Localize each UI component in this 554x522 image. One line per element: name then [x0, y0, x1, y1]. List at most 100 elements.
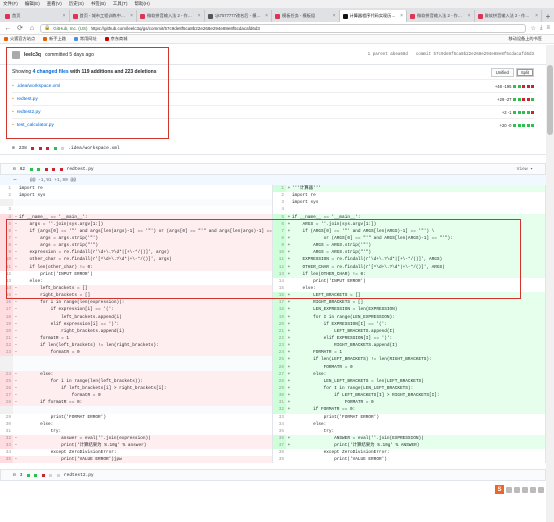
line-number[interactable]: 3	[273, 199, 286, 207]
browser-tab[interactable]: 微软拼音输入法 2 - 作业 - 讨 ×	[475, 10, 542, 22]
line-number[interactable]: 36	[273, 434, 286, 443]
browser-tab[interactable]: 微软拼音输入法 2 - 作业 - 讨论×	[137, 10, 205, 22]
changed-file-row[interactable]: ▪ .idea/workspace.xml +48 -195	[12, 79, 534, 92]
url-text[interactable]: https://github.com/leelc3q/gs/commit/57c…	[91, 26, 260, 31]
line-number[interactable]: 7	[0, 234, 13, 243]
line-number[interactable]: 10	[273, 249, 286, 257]
line-number[interactable]: 2	[0, 192, 13, 200]
file-path[interactable]: redtest.py	[67, 167, 94, 172]
menu-icon[interactable]: ≡	[546, 25, 550, 32]
toolbar-icon[interactable]	[514, 486, 520, 493]
line-number[interactable]: 23	[0, 349, 13, 357]
line-number[interactable]: 10	[0, 256, 13, 264]
line-number[interactable]: 2	[273, 192, 286, 200]
line-number[interactable]: 31	[0, 427, 13, 435]
line-number[interactable]: 5	[0, 220, 13, 228]
close-icon[interactable]: ×	[198, 13, 201, 19]
back-icon[interactable]: ←	[4, 25, 12, 32]
avatar[interactable]	[12, 50, 20, 59]
line-number[interactable]	[0, 199, 13, 207]
file-path[interactable]: redtest2.py	[64, 473, 94, 478]
collapse-icon[interactable]: ⊟	[13, 167, 16, 172]
mobile-bookmarks[interactable]: 移动设备上的书签	[508, 36, 542, 42]
bookmark-item[interactable]: 常用网址	[73, 36, 97, 42]
line-number[interactable]: 18	[273, 306, 286, 314]
changed-file-row[interactable]: ▪ redtest2.py +2 -1	[12, 105, 534, 118]
line-number[interactable]: 38	[273, 449, 286, 457]
line-number[interactable]: 21	[273, 327, 286, 335]
line-number[interactable]: 9	[273, 242, 286, 250]
line-number[interactable]: 31	[273, 399, 286, 407]
address-bar[interactable]: 🔒 GitHub, Inc. (US) https://github.com/l…	[40, 23, 527, 33]
line-number[interactable]: 20	[0, 327, 13, 335]
expand-hunk-icon[interactable]: ⋯	[0, 178, 30, 183]
menu-item[interactable]: 帮助(H)	[135, 1, 150, 7]
line-number[interactable]: 13	[0, 277, 13, 285]
file-link[interactable]: test_calculator.py	[17, 123, 54, 128]
menu-item[interactable]: 书签(B)	[91, 1, 106, 7]
line-number[interactable]: 25	[273, 356, 286, 364]
line-number[interactable]: 8	[273, 234, 286, 243]
parent-commit[interactable]: 1 parent abea68d	[368, 53, 408, 57]
bookmark-item[interactable]: 京东商城	[104, 36, 127, 42]
line-number[interactable]: 1	[0, 185, 13, 193]
close-icon[interactable]: ×	[400, 13, 403, 19]
ime-icon[interactable]: S	[495, 485, 504, 494]
reload-icon[interactable]: ⟳	[16, 24, 24, 32]
browser-tab[interactable]: 微软拼音输入法 2 - 作业 - 讨论×	[407, 10, 475, 22]
line-number[interactable]: 35	[0, 456, 13, 464]
line-number[interactable]: 4	[273, 206, 286, 214]
changed-file-row[interactable]: ▪ redtest.py +29 -27	[12, 92, 534, 105]
line-number[interactable]: 3	[0, 206, 13, 214]
commit-author[interactable]: leelc3q	[24, 52, 41, 58]
line-number[interactable]	[0, 363, 13, 371]
line-number[interactable]: 29	[0, 413, 13, 421]
file-path[interactable]: .idea/workspace.xml	[68, 146, 119, 151]
expand-icon[interactable]: ⊞	[12, 146, 15, 151]
line-number[interactable]: 18	[0, 313, 13, 321]
close-icon[interactable]: ×	[63, 13, 66, 19]
line-number[interactable]: 11	[273, 256, 286, 264]
browser-tab[interactable]: 首页 - 城市工程训练中心综合×	[70, 10, 137, 22]
file-link[interactable]: redtest2.py	[17, 110, 41, 115]
line-number[interactable]: 24	[0, 370, 13, 378]
line-number[interactable]: 17	[273, 299, 286, 307]
menu-item[interactable]: 文件(F)	[3, 1, 18, 7]
line-number[interactable]: 5	[273, 213, 286, 221]
line-number[interactable]: 14	[0, 284, 13, 293]
line-number[interactable]: 34	[273, 420, 286, 428]
line-number[interactable]: 34	[0, 449, 13, 457]
line-number[interactable]: 7	[273, 227, 286, 235]
home-icon[interactable]: ⌂	[28, 25, 36, 32]
line-number[interactable]: 17	[0, 306, 13, 314]
line-number[interactable]: 33	[0, 442, 13, 450]
close-icon[interactable]: ×	[333, 13, 336, 19]
line-number[interactable]: 12	[273, 263, 286, 271]
line-number[interactable]: 39	[273, 456, 286, 464]
unified-view-button[interactable]: Unified	[490, 67, 514, 77]
line-number[interactable]: 6	[0, 227, 13, 235]
line-number[interactable]: 9	[0, 249, 13, 257]
line-number[interactable]: 28	[273, 377, 286, 385]
line-number[interactable]: 26	[273, 363, 286, 371]
line-number[interactable]: 25	[0, 377, 13, 385]
browser-tab[interactable]: 计算器程序代码实现历史记录×	[339, 10, 407, 22]
line-number[interactable]: 12	[0, 270, 13, 278]
line-number[interactable]: 22	[273, 334, 286, 343]
collapse-icon[interactable]: ⊟	[13, 473, 16, 478]
line-number[interactable]: 26	[0, 384, 13, 393]
new-tab-button[interactable]: +	[542, 10, 554, 22]
menu-item[interactable]: 历史(S)	[69, 1, 84, 7]
line-number[interactable]: 27	[0, 392, 13, 400]
menu-item[interactable]: 编辑(E)	[25, 1, 40, 7]
bookmark-item[interactable]: 火狐官方站点	[4, 36, 35, 42]
line-number[interactable]: 11	[0, 263, 13, 271]
line-number[interactable]: 32	[273, 406, 286, 414]
line-number[interactable]: 13	[273, 270, 286, 278]
browser-tab[interactable]: 首页 ×	[2, 10, 70, 22]
file-link[interactable]: redtest.py	[17, 97, 38, 102]
line-number[interactable]: 37	[273, 442, 286, 450]
line-number[interactable]: 19	[273, 313, 286, 321]
bookmark-item[interactable]: 新手上路	[43, 36, 66, 42]
line-number[interactable]: 24	[273, 349, 286, 357]
